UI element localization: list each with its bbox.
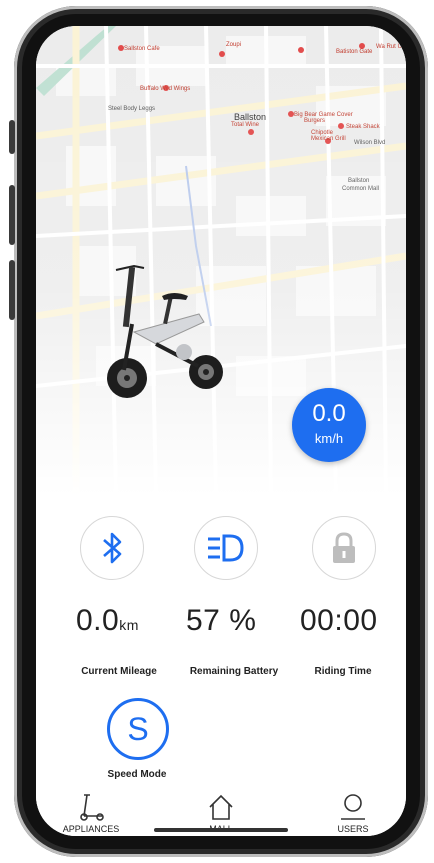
bluetooth-icon	[103, 532, 122, 564]
mileage-label: Current Mileage	[81, 666, 157, 677]
home-indicator[interactable]	[154, 828, 288, 832]
speed-mode-button[interactable]: S	[107, 698, 169, 760]
tab-appliances-label: APPLIANCES	[62, 824, 120, 834]
tab-appliances[interactable]: APPLIANCES	[46, 792, 136, 834]
lock-icon	[333, 532, 355, 563]
scooter-icon	[80, 794, 104, 821]
speed-display: 0.0 km/h	[292, 388, 366, 462]
mileage-unit: km	[119, 617, 139, 633]
mileage-value: 0.0km	[76, 604, 139, 638]
app-screen: Sallston Cafe Zoupi Batiston Gate Wa Rut…	[36, 26, 406, 836]
lock-button[interactable]	[312, 516, 376, 580]
speed-mode-letter: S	[127, 711, 149, 747]
speed-mode-label: Speed Mode	[107, 769, 167, 780]
riding-time-label: Riding Time	[314, 666, 372, 677]
bluetooth-button[interactable]	[80, 516, 144, 580]
speed-value: 0.0	[312, 400, 346, 427]
battery-value: 57 %	[186, 604, 257, 637]
headlight-button[interactable]	[194, 516, 258, 580]
user-icon	[341, 794, 365, 820]
battery-label: Remaining Battery	[189, 666, 279, 677]
headlight-icon	[208, 534, 244, 562]
tab-users[interactable]: USERS	[308, 792, 398, 834]
volume-up-button	[9, 185, 15, 245]
speed-unit: km/h	[314, 431, 344, 446]
mileage-number: 0.0	[76, 604, 120, 637]
home-icon	[209, 794, 233, 820]
riding-time-value: 00:00	[300, 604, 378, 637]
scooter-image	[107, 264, 223, 398]
volume-down-button	[9, 260, 15, 320]
tab-users-label: USERS	[337, 824, 369, 834]
side-button	[9, 120, 15, 154]
